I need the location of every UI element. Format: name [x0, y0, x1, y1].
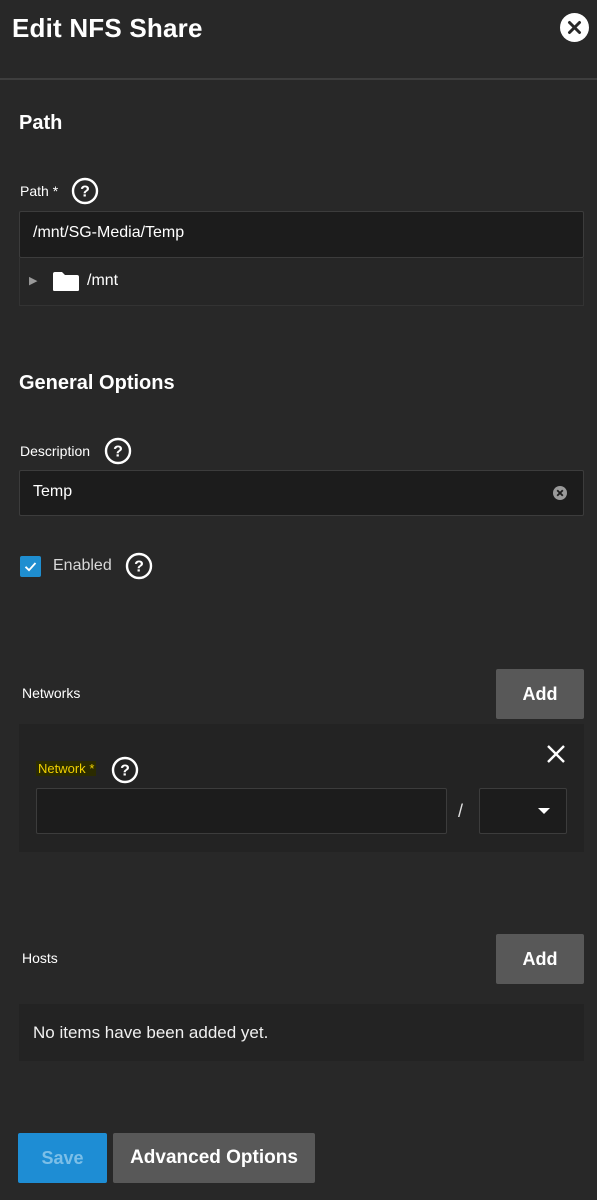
required-mark: * [52, 183, 59, 199]
add-network-button[interactable]: Add [496, 669, 584, 719]
network-help-icon[interactable]: ? [111, 756, 139, 784]
svg-text:?: ? [134, 559, 144, 576]
description-input[interactable]: Temp [19, 470, 584, 516]
hosts-empty-state: No items have been added yet. [19, 1004, 584, 1061]
enabled-help-icon[interactable]: ? [125, 552, 153, 580]
caret-down-icon [538, 808, 550, 814]
tree-node-mnt[interactable]: ▶ /mnt [19, 258, 584, 306]
required-mark: * [89, 761, 95, 776]
network-item: Network * ? / [19, 724, 584, 852]
svg-text:?: ? [120, 763, 130, 780]
path-label-text: Path [20, 183, 49, 199]
network-separator: / [458, 801, 464, 821]
folder-icon [53, 272, 79, 291]
path-field-label: Path * [20, 183, 58, 199]
clear-icon[interactable] [552, 485, 568, 501]
path-section-title: Path [19, 112, 63, 134]
enabled-checkbox[interactable] [20, 556, 41, 577]
path-input[interactable]: /mnt/SG-Media/Temp [19, 211, 584, 258]
path-help-icon[interactable]: ? [71, 177, 99, 205]
remove-network-icon[interactable] [546, 744, 566, 764]
path-input-value: /mnt/SG-Media/Temp [33, 224, 185, 241]
description-help-icon[interactable]: ? [104, 437, 132, 465]
add-host-button[interactable]: Add [496, 934, 584, 984]
checkmark-icon [24, 562, 37, 572]
close-icon[interactable] [560, 13, 589, 42]
dialog-title: Edit NFS Share [12, 13, 203, 43]
tree-node-label: /mnt [87, 272, 119, 289]
description-label: Description [20, 443, 91, 459]
network-label-text: Network [38, 761, 86, 776]
save-button[interactable]: Save [18, 1133, 107, 1183]
networks-label: Networks [22, 685, 81, 701]
svg-text:?: ? [80, 184, 90, 201]
svg-text:?: ? [113, 444, 123, 461]
advanced-options-button[interactable]: Advanced Options [113, 1133, 315, 1183]
network-field-label: Network * [36, 761, 97, 776]
hosts-label: Hosts [22, 950, 58, 966]
dialog-header: Edit NFS Share [0, 0, 597, 80]
netmask-select[interactable] [479, 788, 567, 834]
general-options-title: General Options [19, 372, 175, 394]
empty-state-text: No items have been added yet. [33, 1023, 269, 1042]
network-address-input[interactable] [36, 788, 447, 834]
triangle-right-icon[interactable]: ▶ [29, 274, 37, 287]
enabled-label: Enabled [53, 557, 112, 574]
description-input-value: Temp [33, 483, 73, 500]
